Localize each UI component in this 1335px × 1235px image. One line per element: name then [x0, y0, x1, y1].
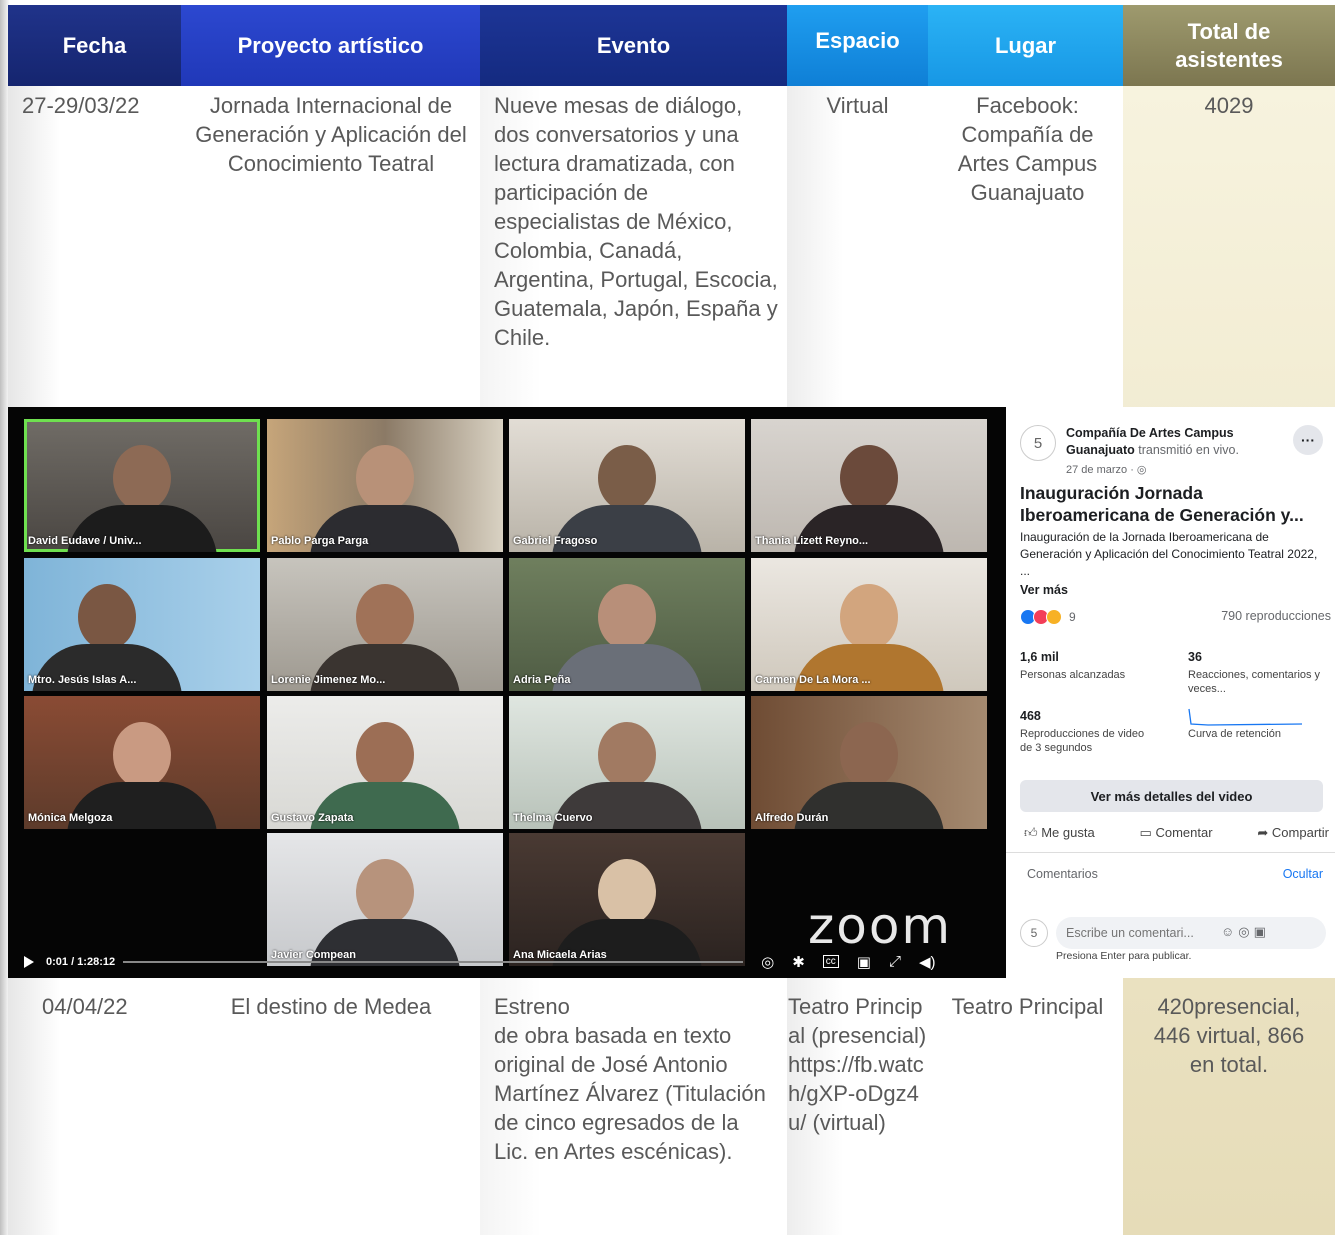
comments-label: Comentarios — [1027, 867, 1098, 881]
comment-button[interactable]: ▭ Comentar — [1140, 825, 1213, 841]
volume-icon[interactable]: ◀) — [919, 953, 936, 971]
speech-bubble-icon: ▭ — [1139, 825, 1156, 840]
row2-fecha: 04/04/22 — [42, 994, 128, 1019]
transmitted-text: transmitió en vivo. — [1138, 443, 1239, 457]
participant-tile: Gustavo Zapata — [267, 696, 503, 829]
captions-icon[interactable]: cc — [822, 955, 839, 968]
care-reaction-icon — [1046, 609, 1062, 625]
comment-input[interactable] — [1056, 917, 1326, 949]
retention-curve-icon — [1188, 708, 1303, 726]
plays-label: Reproducciones de video de 3 segundos — [1020, 728, 1145, 754]
participant-name: Adria Peña — [513, 674, 571, 686]
header-fecha: Fecha — [8, 5, 181, 86]
divider — [1006, 852, 1335, 853]
video-title: Inauguración Jornada Iberoamericana de G… — [1020, 483, 1304, 525]
post-date: 27 de marzo · ◎ — [1066, 464, 1147, 476]
picture-in-picture-icon[interactable]: ▣ — [857, 953, 871, 971]
header-espacio: Espacio — [787, 5, 928, 86]
participant-tile: Mónica Melgoza — [24, 696, 260, 829]
row2-proyecto: El destino de Medea — [230, 994, 432, 1019]
see-more-link[interactable]: Ver más — [1020, 583, 1068, 597]
participant-name: Alfredo Durán — [755, 812, 829, 824]
reactions-number: 36 — [1188, 650, 1202, 664]
share-arrow-icon: ➦ — [1257, 825, 1272, 840]
participant-tile: Lorenie Jimenez Mo... — [267, 558, 503, 691]
video-description: Inauguración de la Jornada Iberoamerican… — [1020, 530, 1318, 578]
participant-name: Mónica Melgoza — [28, 812, 113, 824]
participant-name: Gustavo Zapata — [271, 812, 354, 824]
commenter-avatar: 5 — [1020, 919, 1048, 947]
hide-comments-link[interactable]: Ocultar — [1283, 867, 1323, 881]
participant-name: Gabriel Fragoso — [513, 535, 598, 547]
header-total-text: Total de asistentes — [1175, 18, 1283, 72]
row1-espacio: Virtual — [826, 93, 889, 118]
video-details-button[interactable]: Ver más detalles del video — [1020, 780, 1323, 812]
participant-name: Lorenie Jimenez Mo... — [271, 674, 386, 686]
share-button[interactable]: ➦ Compartir — [1257, 825, 1329, 841]
row1-total: 4029 — [1204, 93, 1254, 118]
enter-hint: Presiona Enter para publicar. — [1056, 950, 1192, 962]
reactions-label: Reacciones, comentarios y veces... — [1188, 669, 1321, 695]
participant-name: Mtro. Jesús Islas A... — [28, 674, 137, 686]
thumbs-up-icon: 👍︎ — [1024, 825, 1042, 840]
row1-lugar: Facebook: Compañía de Artes Campus Guana… — [957, 93, 1098, 205]
like-button[interactable]: 👍︎ Me gusta — [1024, 825, 1095, 841]
row2-evento-line1: Estreno — [494, 994, 570, 1019]
row2-espacio: Teatro Principal (presencial) https://fb… — [788, 994, 927, 1135]
comment-label: Comentar — [1155, 825, 1213, 840]
video-controls: 0:01 / 1:28:12 ◎ ✱ cc ▣ ⤢ ◀) — [8, 945, 1006, 978]
participant-name: Pablo Parga Parga — [271, 535, 369, 547]
participant-name: David Eudave / Univ... — [28, 535, 142, 547]
video-time: 0:01 / 1:28:12 — [46, 955, 116, 968]
row2-total: 420presencial, 446 virtual, 866 en total… — [1153, 994, 1305, 1077]
participant-tile: Thania Lizett Reyno... — [751, 419, 987, 552]
page-name: Compañía De Artes Campus Guanajuato tran… — [1066, 425, 1281, 459]
row2-evento: Estreno de obra basada en texto original… — [494, 992, 774, 1166]
post-actions: 👍︎ Me gusta ▭ Comentar ➦ Compartir — [1024, 825, 1329, 841]
like-label: Me gusta — [1041, 825, 1095, 840]
plays-number: 468 — [1020, 709, 1041, 723]
participant-tile: Thelma Cuervo — [509, 696, 745, 829]
participant-tile: Pablo Parga Parga — [267, 419, 503, 552]
header-total: Total de asistentes — [1123, 5, 1335, 86]
share-label: Compartir — [1271, 825, 1329, 840]
row1-evento: Nueve mesas de diálogo, dos conversatori… — [494, 93, 778, 350]
header-lugar: Lugar — [928, 5, 1123, 86]
row1-fecha: 27-29/03/22 — [22, 93, 140, 118]
row2-lugar: Teatro Principal — [951, 994, 1104, 1019]
gear-icon[interactable]: ✱ — [792, 953, 805, 971]
reactions-summary[interactable]: 9 — [1020, 609, 1076, 625]
play-icon[interactable] — [24, 955, 34, 968]
reached-number: 1,6 mil — [1020, 650, 1059, 664]
views-count: 790 reproducciones — [1221, 609, 1331, 623]
header-proyecto: Proyecto artístico — [181, 5, 480, 86]
participant-tile: Carmen De La Mora ... — [751, 558, 987, 691]
facebook-video-panel: 5 Compañía De Artes Campus Guanajuato tr… — [1006, 407, 1335, 978]
event-screenshot: David Eudave / Univ... Pablo Parga Parga… — [8, 407, 1335, 978]
participant-tile: Mtro. Jesús Islas A... — [24, 558, 260, 691]
page-avatar[interactable]: 5 — [1020, 425, 1056, 461]
reached-label: Personas alcanzadas — [1020, 669, 1126, 681]
participant-tile: Adria Peña — [509, 558, 745, 691]
more-options-button[interactable]: ··· — [1293, 425, 1323, 455]
video-progress-bar[interactable] — [123, 960, 744, 963]
participant-tile: Alfredo Durán — [751, 696, 987, 829]
participant-name: Thania Lizett Reyno... — [755, 535, 869, 547]
participant-name: Thelma Cuervo — [513, 812, 593, 824]
reaction-count: 9 — [1069, 610, 1076, 624]
row2-evento-rest: de obra basada en texto original de José… — [494, 1023, 766, 1164]
participant-name: Carmen De La Mora ... — [755, 674, 871, 686]
participant-tile: Gabriel Fragoso — [509, 419, 745, 552]
header-evento: Evento — [480, 5, 787, 86]
zoom-video-player[interactable]: David Eudave / Univ... Pablo Parga Parga… — [8, 407, 1006, 978]
comment-bubble-icon[interactable]: ◎ — [761, 953, 774, 971]
row1-proyecto: Jornada Internacional de Generación y Ap… — [195, 93, 467, 176]
comment-attachment-icons[interactable]: ☺◎▣ — [1221, 924, 1270, 940]
participant-tile: David Eudave / Univ... — [24, 419, 260, 552]
fullscreen-icon[interactable]: ⤢ — [889, 953, 901, 970]
retention-label: Curva de retención — [1188, 728, 1281, 740]
